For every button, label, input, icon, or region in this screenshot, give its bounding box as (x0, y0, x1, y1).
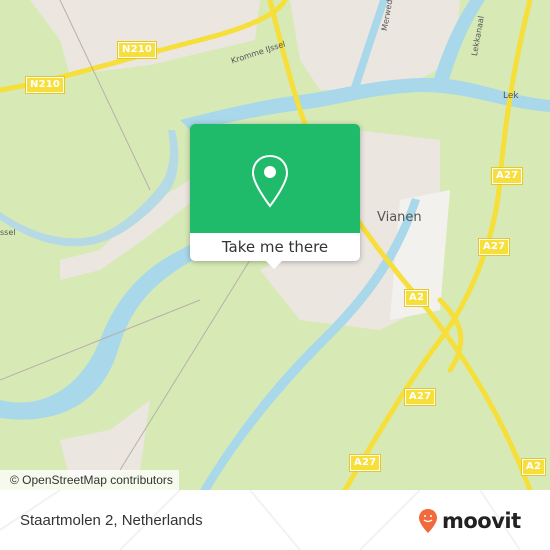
road-shield-a2: A2 (520, 458, 547, 476)
popup-pointer (265, 260, 283, 269)
road-shield-n210: N210 (24, 76, 66, 94)
waterway-label-hollandse-ijssel: ssel (0, 228, 16, 237)
urban-area-north (30, 0, 260, 75)
map-attribution[interactable]: © OpenStreetMap contributors (0, 470, 179, 490)
map-pin-icon (251, 154, 289, 208)
urban-area-utrecht (290, 0, 460, 90)
address-label: Staartmolen 2, Netherlands (20, 512, 203, 529)
moovit-smile-pin-icon (419, 509, 437, 533)
road-shield-n210: N210 (116, 41, 158, 59)
location-popup: Take me there (190, 124, 360, 269)
take-me-there-button[interactable]: Take me there (190, 233, 360, 261)
footer: Staartmolen 2, Netherlands moovit (0, 490, 550, 550)
river-lek-north (180, 77, 550, 130)
road-shield-a27: A27 (490, 167, 524, 185)
road-shield-a27: A27 (403, 388, 437, 406)
popup-header (190, 124, 360, 233)
brand-name: moovit (442, 509, 521, 533)
place-label-vianen: Vianen (377, 210, 422, 225)
road-shield-a27: A27 (348, 454, 382, 472)
road-shield-a27: A27 (477, 238, 511, 256)
moovit-logo[interactable]: moovit (418, 508, 521, 534)
waterway-label-lek: Lek (503, 91, 519, 101)
urban-south (60, 400, 150, 480)
map[interactable]: N210 N210 A27 A27 A27 A27 A2 A2 Vianen K… (0, 0, 550, 490)
road-shield-a2: A2 (403, 289, 430, 307)
